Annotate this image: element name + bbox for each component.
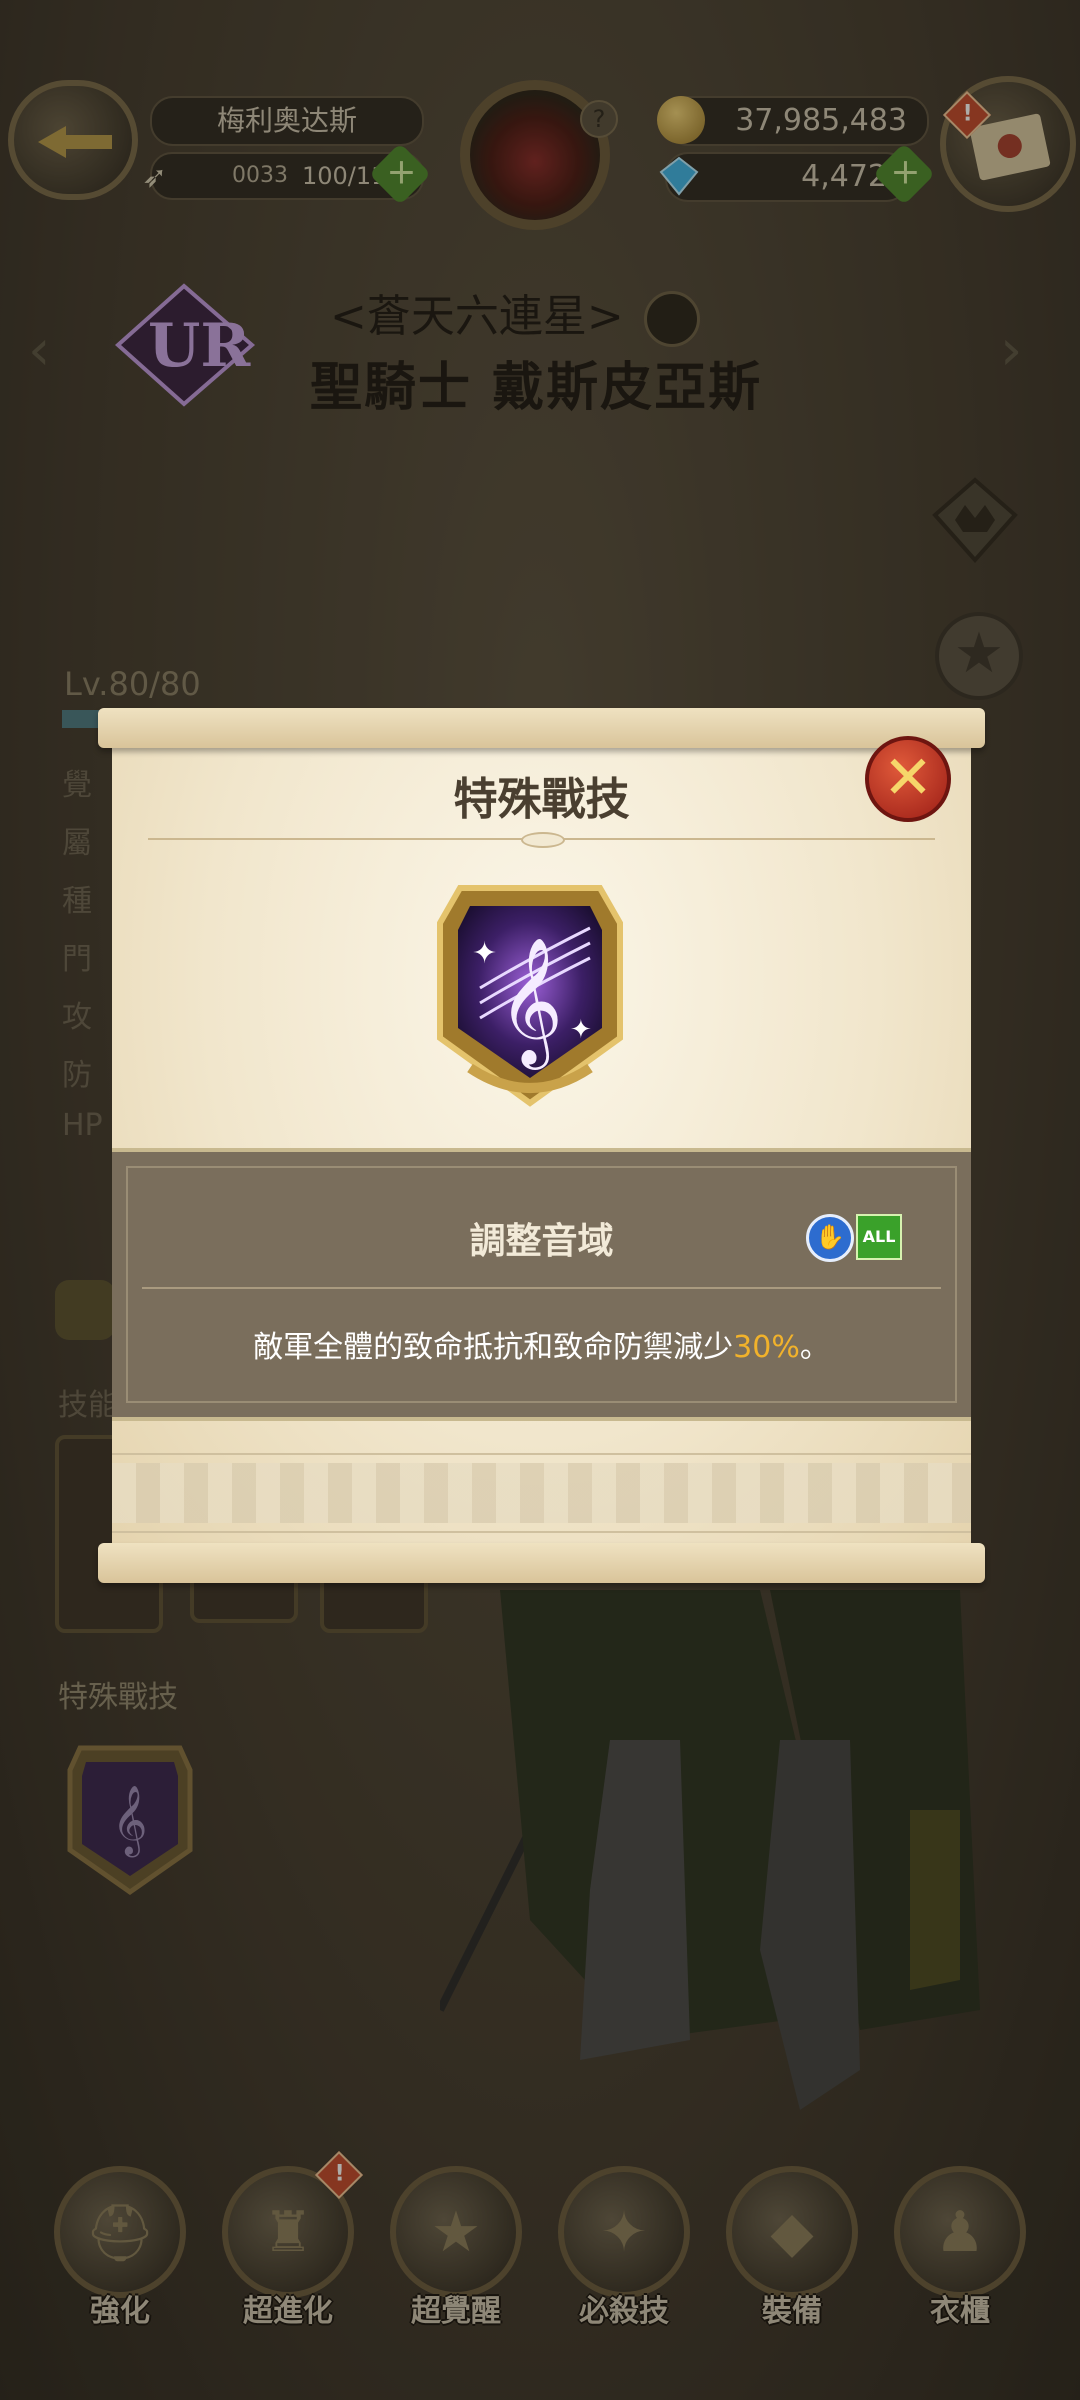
panel-frame — [126, 1166, 957, 1403]
dialog-paper — [112, 722, 971, 1572]
hand-target-icon: ✋ — [806, 1214, 854, 1262]
skill-emblem-icon: 𝄞 ✦ ✦ — [437, 885, 623, 1107]
svg-text:✦: ✦ — [472, 936, 497, 971]
panel-divider — [142, 1287, 941, 1289]
close-button[interactable]: ✕ — [865, 736, 951, 822]
special-skill-dialog: 特殊戰技 ✕ 𝄞 ✦ ✦ 調整音域 ✋ ALL 敵軍全體的致命抵抗和致命防禦減少… — [98, 708, 985, 1583]
skill-description: 敵軍全體的致命抵抗和致命防禦減少30%。 — [112, 1322, 971, 1366]
dialog-title: 特殊戰技 — [453, 774, 630, 825]
scroll-roll-bottom — [98, 1543, 985, 1583]
close-icon: ✕ — [882, 743, 934, 813]
ornament-band — [112, 1463, 971, 1523]
description-value: 30% — [733, 1330, 800, 1365]
scroll-roll-top — [98, 708, 985, 748]
ornament-border-bottom — [112, 1531, 971, 1533]
title-divider — [148, 832, 935, 848]
target-all-badge: ALL — [856, 1214, 902, 1260]
description-text: 敵軍全體的致命抵抗和致命防禦減少 — [253, 1330, 734, 1365]
svg-text:✦: ✦ — [570, 1015, 592, 1045]
ornament-border-top — [112, 1453, 971, 1455]
svg-text:𝄞: 𝄞 — [498, 936, 563, 1070]
description-suffix: 。 — [799, 1330, 830, 1365]
skill-detail-panel: 調整音域 ✋ ALL 敵軍全體的致命抵抗和致命防禦減少30%。 — [112, 1148, 971, 1421]
